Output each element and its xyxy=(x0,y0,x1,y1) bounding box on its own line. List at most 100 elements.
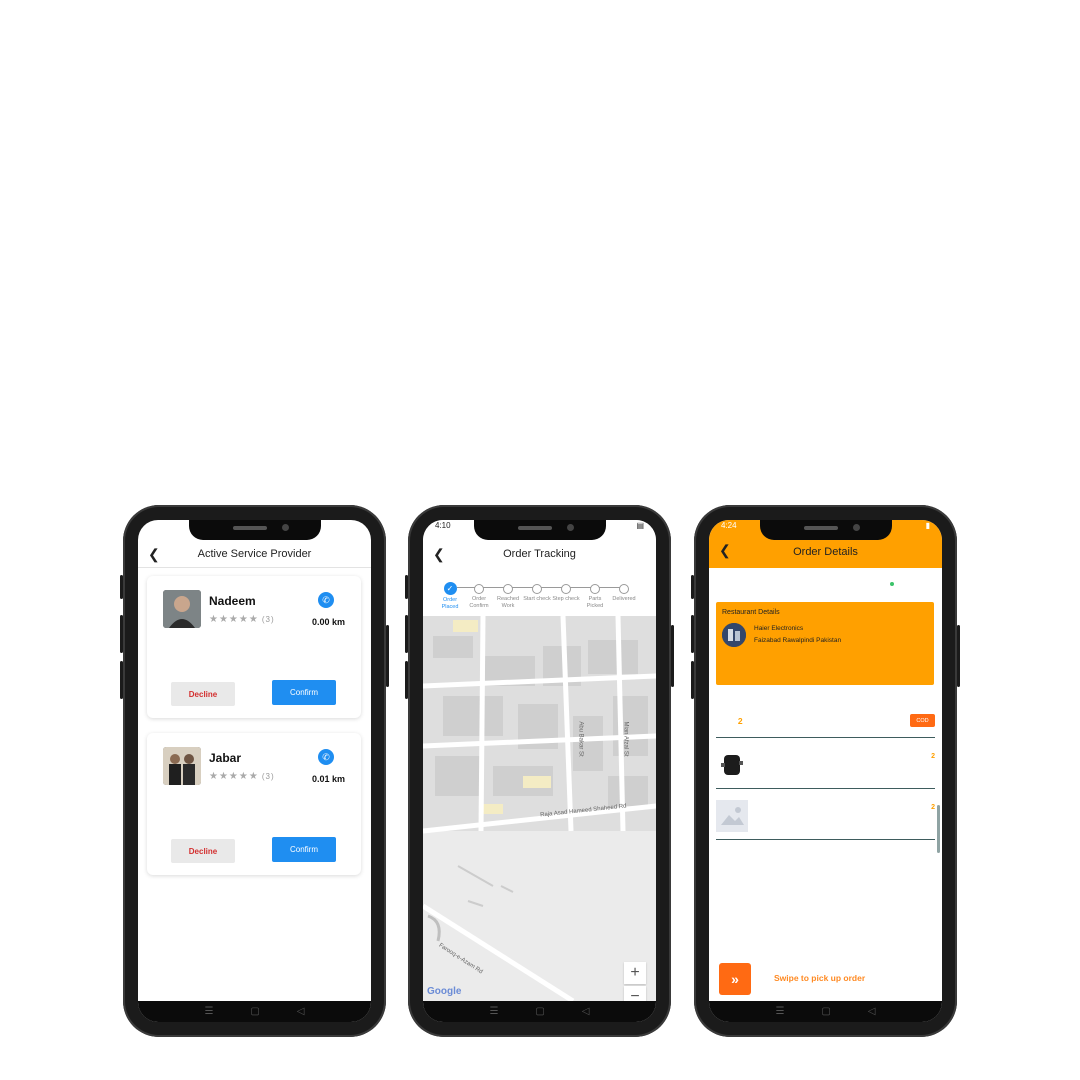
confirm-button[interactable]: Confirm xyxy=(272,680,336,705)
chevron-left-icon[interactable]: ❮ xyxy=(433,546,445,563)
image-placeholder-icon xyxy=(716,800,748,832)
divider xyxy=(716,788,935,789)
home-icon[interactable]: ▢ xyxy=(535,1006,544,1017)
chevron-left-icon[interactable]: ❮ xyxy=(148,546,160,563)
quantity-value: 2 xyxy=(931,753,935,760)
battery-icon: ▮ xyxy=(925,521,930,530)
product-quantity: Quantity:2 xyxy=(903,753,935,760)
provider-card: Jabar ★★★★★ (3) ✆ 0.01 km Decline Confirm xyxy=(147,733,361,875)
divider xyxy=(716,839,935,840)
phone-frame-1: ❮ Active Service Provider Nadeem ★★★★★ (3… xyxy=(120,505,389,1037)
step-dot xyxy=(590,584,600,594)
phone-frame-2: 4:10 ▤ ❮ Order Tracking ✓ Order Placed O… xyxy=(405,505,674,1037)
provider-card: Nadeem ★★★★★ (3) ✆ 0.00 km Decline Confir… xyxy=(147,576,361,718)
distance: 0.00 km xyxy=(311,617,345,627)
avatar xyxy=(163,590,201,628)
step-dot xyxy=(474,584,484,594)
status-time: 4:10 xyxy=(435,521,451,530)
app-bar: ❮ Order Details xyxy=(709,536,942,568)
step-label: Order Placed xyxy=(441,597,459,610)
scrollbar[interactable] xyxy=(937,805,940,853)
restaurant-address: Faizabad Rawalpindi Pakistan xyxy=(754,637,842,644)
star-rating: ★★★★★ (3) xyxy=(209,771,275,782)
system-nav-bar: ☰ ▢ ◁ xyxy=(709,1001,942,1022)
system-nav-bar: ☰ ▢ ◁ xyxy=(423,1001,656,1022)
road-label: Abu Bakar St xyxy=(577,721,584,757)
volume-button xyxy=(120,575,123,599)
provider-name: Nadeem xyxy=(209,594,256,608)
step-dot xyxy=(619,584,629,594)
chevron-left-icon[interactable]: ❮ xyxy=(719,542,731,559)
restaurant-details-card: Restaurant Details Haier Electronics Fai… xyxy=(716,602,934,685)
volume-button xyxy=(691,615,694,653)
order-type-label: Collection xyxy=(896,578,934,588)
screen-order-tracking: 4:10 ▤ ❮ Order Tracking ✓ Order Placed O… xyxy=(423,520,656,1022)
page-title: Order Details xyxy=(793,546,858,558)
phone-frame-3: 4:24 ▮ ❮ Order Details Order ID: 100003 C… xyxy=(691,505,960,1037)
page-title: Order Tracking xyxy=(503,548,576,560)
swipe-label: Swipe to pick up order xyxy=(774,973,866,983)
divider xyxy=(716,737,935,738)
step-label: Reached Work xyxy=(496,596,520,609)
home-icon[interactable]: ▢ xyxy=(250,1006,259,1017)
back-triangle-icon[interactable]: ◁ xyxy=(868,1006,876,1017)
step-step-check: Step check xyxy=(551,584,581,603)
screen-active-service-provider: ❮ Active Service Provider Nadeem ★★★★★ (3… xyxy=(138,520,371,1022)
step-order-confirm: Order Confirm xyxy=(464,584,494,610)
app-bar: ❮ Active Service Provider xyxy=(138,540,371,568)
page-title: Active Service Provider xyxy=(197,547,312,560)
avatar xyxy=(163,747,201,785)
step-start-check: Start check xyxy=(522,584,552,603)
menu-icon[interactable]: ☰ xyxy=(489,1006,498,1017)
order-id: Order ID: 100003 xyxy=(716,578,782,588)
product-name: Ac Compressor xyxy=(754,804,803,811)
step-order-placed: ✓ Order Placed xyxy=(435,582,465,611)
power-button xyxy=(671,625,674,687)
order-id-value: 100003 xyxy=(753,578,783,588)
step-label: Parts Picked xyxy=(586,596,604,609)
step-delivered: Delivered xyxy=(609,584,639,603)
item-label: Item: xyxy=(716,716,735,726)
home-icon[interactable]: ▢ xyxy=(821,1006,830,1017)
volume-button xyxy=(691,661,694,699)
map-view[interactable]: Abu Bakar St Mian Afzal St Raja Asad Ham… xyxy=(423,616,656,1001)
power-button xyxy=(386,625,389,687)
rating-count: (3) xyxy=(261,772,275,781)
back-triangle-icon[interactable]: ◁ xyxy=(297,1006,305,1017)
star-rating: ★★★★★ (3) xyxy=(209,614,275,625)
phone-icon[interactable]: ✆ xyxy=(318,592,334,608)
menu-icon[interactable]: ☰ xyxy=(775,1006,784,1017)
volume-button xyxy=(405,615,408,653)
volume-button xyxy=(405,661,408,699)
confirm-button[interactable]: Confirm xyxy=(272,837,336,862)
step-label: Delivered xyxy=(612,596,636,602)
order-type: Collection xyxy=(889,578,934,588)
google-logo: Google xyxy=(427,986,462,997)
back-triangle-icon[interactable]: ◁ xyxy=(582,1006,590,1017)
status-dot xyxy=(889,581,894,586)
check-icon: ✓ xyxy=(443,582,457,595)
menu-icon[interactable]: ☰ xyxy=(204,1006,213,1017)
screen-order-details: 4:24 ▮ ❮ Order Details Order ID: 100003 C… xyxy=(709,520,942,1022)
power-button xyxy=(957,625,960,687)
system-nav-bar: ☰ ▢ ◁ xyxy=(138,1001,371,1022)
item-count-value: 2 xyxy=(737,716,743,726)
step-dot xyxy=(561,584,571,594)
decline-button[interactable]: Decline xyxy=(171,682,235,706)
step-label: Step check xyxy=(552,596,580,602)
notch xyxy=(759,520,892,540)
zoom-out-button[interactable]: − xyxy=(624,986,646,1001)
rating-count: (3) xyxy=(261,615,275,624)
zoom-in-button[interactable]: + xyxy=(624,962,646,984)
status-time: 4:24 xyxy=(721,521,737,530)
quantity-label: Quantity: xyxy=(903,753,932,760)
provider-name: Jabar xyxy=(209,751,242,765)
step-label: Order Confirm xyxy=(469,596,489,609)
product-quantity: Quantity:2 xyxy=(903,804,935,811)
swipe-to-pickup-slider[interactable]: » Swipe to pick up order xyxy=(716,960,934,998)
double-chevron-right-icon[interactable]: » xyxy=(719,963,751,995)
phone-icon[interactable]: ✆ xyxy=(318,749,334,765)
volume-button xyxy=(691,575,694,599)
volume-button xyxy=(120,615,123,653)
decline-button[interactable]: Decline xyxy=(171,839,235,863)
